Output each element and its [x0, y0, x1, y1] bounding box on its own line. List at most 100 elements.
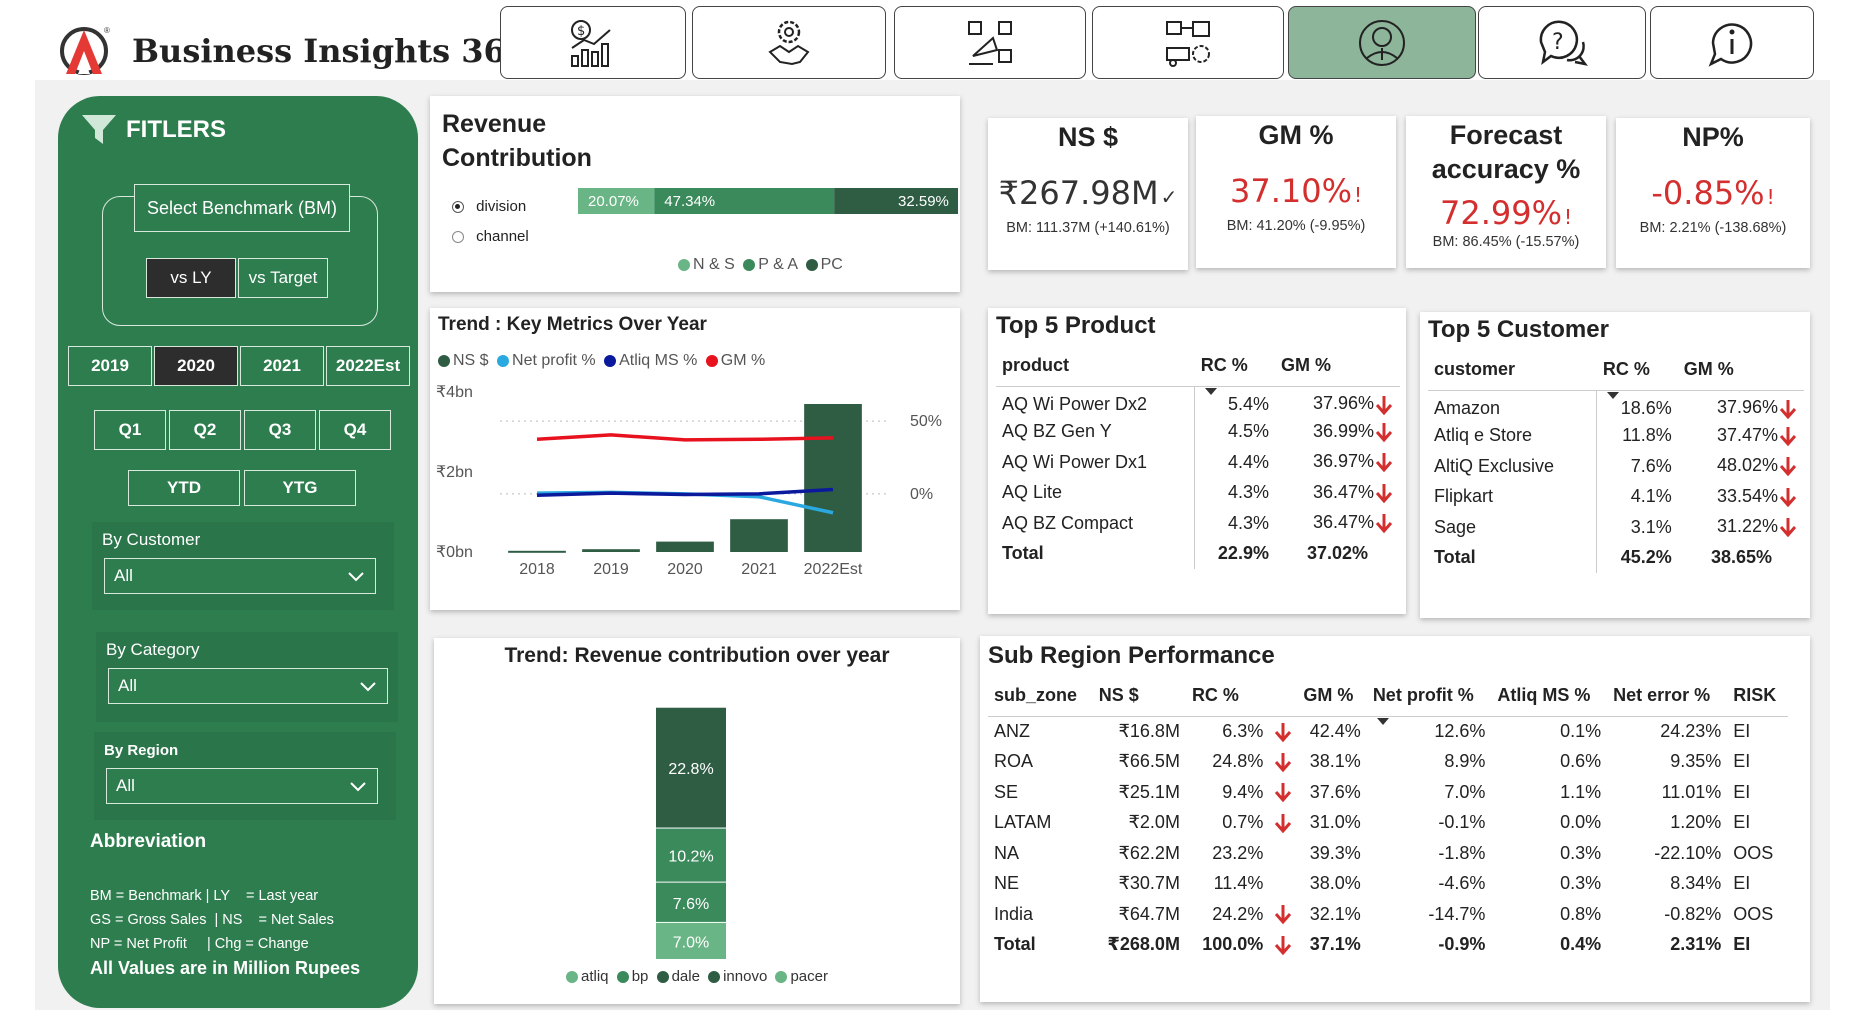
- table-row[interactable]: SE ₹25.1M 9.4% 37.6% 7.0% 1.1% 11.01% EI: [988, 777, 1788, 808]
- table-total-row: Total ₹268.0M 100.0% 37.1% -0.9% 0.4% 2.31% EI: [988, 930, 1788, 961]
- column-header[interactable]: product: [996, 346, 1195, 387]
- table-cell: Sage: [1428, 512, 1598, 543]
- legend-dot: [743, 258, 756, 271]
- column-header-text: Net error %: [1613, 685, 1711, 706]
- customer-dropdown[interactable]: All: [104, 558, 376, 594]
- table-row[interactable]: Atliq e Store 11.8% 37.47%: [1428, 420, 1804, 451]
- abbreviation-line: NP = Net Profit | Chg = Change: [90, 936, 309, 952]
- column-header[interactable]: GM %: [1297, 676, 1367, 717]
- table-row[interactable]: ROA ₹66.5M 24.8% 38.1% 8.9% 0.6% 9.35% EI: [988, 747, 1788, 778]
- table-cell-text: Total: [1434, 547, 1476, 568]
- table-cell-text: AQ BZ Gen Y: [1002, 421, 1112, 442]
- ytd-button[interactable]: YTD: [128, 470, 240, 506]
- table-row[interactable]: AltiQ Exclusive 7.6% 48.02%: [1428, 451, 1804, 482]
- vs-target-button[interactable]: vs Target: [238, 258, 328, 298]
- column-header[interactable]: RC %: [1185, 676, 1298, 717]
- table-cell-text: -1.8%: [1438, 842, 1486, 863]
- column-header[interactable]: RC %: [1596, 350, 1678, 399]
- executive-view-button[interactable]: [1288, 6, 1476, 79]
- trend-line[interactable]: [536, 433, 834, 442]
- table-cell-text: OOS: [1733, 903, 1774, 924]
- column-header[interactable]: NS $: [1092, 676, 1186, 717]
- column-header[interactable]: customer: [1428, 350, 1597, 391]
- table-cell-text: 24.8%: [1212, 751, 1264, 772]
- quarter-q4-button[interactable]: Q4: [319, 410, 391, 450]
- support-button[interactable]: ?: [1478, 6, 1646, 79]
- revenue-stack-label: 7.0%: [673, 934, 709, 951]
- table-cell: 7.6%: [1597, 451, 1678, 482]
- table-row[interactable]: AQ Wi Power Dx2 5.4% 37.96%: [996, 386, 1400, 417]
- year-2020-button[interactable]: 2020: [154, 346, 238, 386]
- table-cell-text: 45.2%: [1620, 547, 1672, 568]
- sales-view-button[interactable]: [692, 6, 886, 79]
- table-row[interactable]: NE ₹30.7M 11.4% 38.0% -4.6% 0.3% 8.34% EI: [988, 869, 1788, 900]
- table-row[interactable]: NA ₹62.2M 23.2% 39.3% -1.8% 0.3% -22.10% OOS: [988, 838, 1788, 869]
- supply-chain-view-button[interactable]: [1092, 6, 1284, 79]
- year-2019-button[interactable]: 2019: [68, 346, 152, 386]
- column-header[interactable]: Net error %: [1607, 676, 1728, 717]
- table-cell-text: 11.01%: [1661, 781, 1722, 802]
- table-cell-text: EI: [1733, 812, 1751, 833]
- kpi-value: -0.85%: [1651, 174, 1765, 212]
- category-dropdown[interactable]: All: [108, 668, 388, 704]
- table-cell-text: 33.54%: [1716, 485, 1778, 506]
- table-row[interactable]: AQ BZ Gen Y 4.5% 36.99%: [996, 416, 1400, 447]
- table-cell-text: ₹25.1M: [1118, 781, 1180, 802]
- table-row[interactable]: AQ Lite 4.3% 36.47%: [996, 477, 1400, 508]
- table-row[interactable]: Flipkart 4.1% 33.54%: [1428, 481, 1804, 512]
- region-dropdown[interactable]: All: [106, 768, 378, 804]
- division-radio[interactable]: division: [452, 198, 526, 215]
- finance-view-button[interactable]: $: [500, 6, 686, 79]
- column-header[interactable]: GM %: [1274, 346, 1400, 387]
- ns-bar[interactable]: [508, 550, 566, 553]
- table-cell: 24.23%: [1607, 716, 1727, 747]
- year-2021-button[interactable]: 2021: [240, 346, 324, 386]
- table-row[interactable]: LATAM ₹2.0M 0.7% 31.0% -0.1% 0.0% 1.20% EI: [988, 808, 1788, 839]
- legend-label: pacer: [790, 968, 828, 985]
- kpi-value: ₹267.98M: [998, 174, 1159, 212]
- table-cell-text: 38.65%: [1710, 547, 1772, 568]
- column-header[interactable]: sub_zone: [988, 676, 1093, 717]
- quarter-q3-button[interactable]: Q3: [244, 410, 316, 450]
- table-header-row: sub_zone NS $ RC % GM % Net profit % Atliq MS…: [988, 676, 1788, 725]
- column-header[interactable]: GM %: [1677, 350, 1804, 391]
- table-cell-text: 4.3%: [1227, 512, 1269, 533]
- table-cell: ₹30.7M: [1093, 869, 1186, 900]
- table-cell: -4.6%: [1367, 869, 1492, 900]
- table-cell: OOS: [1727, 899, 1788, 930]
- table-row[interactable]: AQ Wi Power Dx1 4.4% 36.97%: [996, 447, 1400, 478]
- x-tick-label: 2022Est: [804, 561, 863, 578]
- vs-ly-button[interactable]: vs LY: [146, 258, 236, 298]
- ns-bar[interactable]: [804, 404, 862, 552]
- quarter-q2-button[interactable]: Q2: [169, 410, 241, 450]
- ns-bar[interactable]: [730, 519, 788, 552]
- marketing-view-button[interactable]: [894, 6, 1086, 79]
- table-cell-text: 24.23%: [1660, 721, 1722, 741]
- quarter-q1-button[interactable]: Q1: [94, 410, 166, 450]
- table-row[interactable]: India ₹64.7M 24.2% 32.1% -14.7% 0.8% -0.82% OOS: [988, 899, 1788, 930]
- table-cell-text: Atliq e Store: [1434, 425, 1533, 446]
- column-header[interactable]: RISK: [1727, 676, 1788, 717]
- revenue-trend-chart: 7.0% 7.6% 10.2% 22.8%: [656, 707, 726, 959]
- ns-bar[interactable]: [582, 549, 640, 552]
- table-cell-text: ₹64.7M: [1118, 903, 1180, 924]
- ytg-button[interactable]: YTG: [244, 470, 356, 506]
- column-header[interactable]: Net profit %: [1366, 676, 1492, 725]
- table-row[interactable]: Sage 3.1% 31.22%: [1428, 512, 1804, 543]
- kpi-value-row: ₹267.98M ✓: [988, 174, 1188, 212]
- info-button[interactable]: [1650, 6, 1814, 79]
- table-cell-text: 36.47%: [1312, 481, 1374, 502]
- table-cell-text: 4.4%: [1227, 451, 1269, 472]
- legend-dot: [604, 354, 617, 367]
- year-2022est-button[interactable]: 2022Est: [326, 346, 410, 386]
- column-header[interactable]: RC %: [1194, 346, 1275, 395]
- kpi-title: NS $: [1057, 122, 1119, 152]
- table-row[interactable]: AQ BZ Compact 4.3% 36.47%: [996, 508, 1400, 539]
- table-cell: 23.2%: [1186, 838, 1297, 869]
- table-cell-text: Total: [994, 934, 1036, 955]
- ns-bar[interactable]: [656, 541, 714, 552]
- legend-dot: [708, 971, 721, 984]
- table-cell-text: 18.6%: [1620, 398, 1672, 418]
- column-header[interactable]: Atliq MS %: [1491, 676, 1608, 717]
- channel-radio[interactable]: channel: [452, 228, 529, 245]
